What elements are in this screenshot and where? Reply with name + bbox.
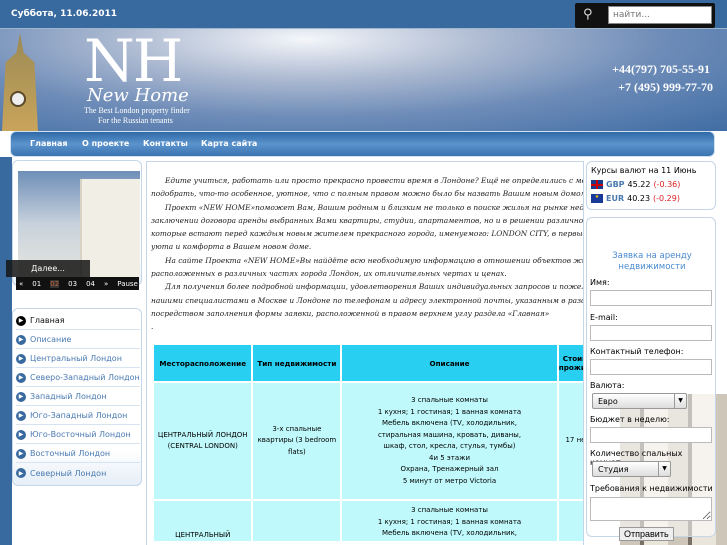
arrow-icon: ▶: [16, 448, 26, 459]
search-icon[interactable]: ⚲: [583, 7, 593, 22]
current-date: Суббота, 11.06.2011: [11, 9, 118, 19]
menu-item-central[interactable]: ▶ Центральный Лондон: [16, 350, 140, 368]
main-nav: Главная О проекте Контакты Карта сайта: [10, 131, 715, 157]
nav-home[interactable]: Главная: [30, 139, 67, 148]
pause-button[interactable]: Pause: [117, 280, 138, 288]
page-3[interactable]: 03: [68, 280, 77, 288]
menu-item-east[interactable]: ▶ Восточный Лондон: [16, 445, 140, 463]
chevron-down-icon: ▼: [658, 462, 670, 476]
clock-face: [10, 91, 26, 107]
menu-item-north[interactable]: ▶ Северный Лондон: [16, 464, 140, 482]
col-location: Месторасположение: [154, 345, 252, 381]
right-sidebar: Курсы валют на 11 Июнь GBP 45.22 (-0.36) ★…: [585, 161, 716, 545]
logo[interactable]: NH: [84, 31, 183, 91]
top-bar: Суббота, 11.06.2011 ⚲: [0, 0, 727, 29]
arrow-icon: ▶: [16, 468, 26, 478]
property-table: Месторасположение Тип недвижимости Описа…: [152, 343, 583, 543]
requirements-textarea[interactable]: [590, 497, 712, 521]
currency-select[interactable]: Евро ▼: [592, 393, 687, 409]
eu-flag-icon: ★: [591, 194, 603, 203]
more-button[interactable]: Далее...: [6, 260, 90, 277]
menu-item-southwest[interactable]: ▶ Юго-Западный Лондон: [16, 407, 140, 425]
currency-widget: Курсы валют на 11 Июнь GBP 45.22 (-0.36) ★…: [586, 161, 716, 210]
table-row: ЦЕНТРАЛЬНЫЙ ЛОНДОН (CENTRAL LONDON) 3-х …: [154, 383, 583, 499]
rental-request-form: Заявка на аренду недвижимости Имя: E-mai…: [586, 217, 716, 537]
menu-item-west[interactable]: ▶ Западный Лондон: [16, 388, 140, 406]
side-menu: ▶ Главная ▶ Описание ▶ Центральный Лондон ▶…: [12, 308, 142, 486]
menu-item-description[interactable]: ▶ Описание: [16, 331, 140, 349]
name-input[interactable]: [590, 290, 712, 306]
tagline: For the Russian tenants: [98, 116, 173, 125]
search-input[interactable]: [608, 6, 712, 24]
uk-flag-icon: [591, 180, 603, 189]
chevron-down-icon: ▼: [674, 394, 686, 408]
col-price: Стоимость проживания: [558, 345, 583, 381]
page-1[interactable]: 01: [32, 280, 41, 288]
slider-pager: « 01 02 03 04 » Pause: [16, 277, 139, 290]
arrow-icon: ▶: [16, 429, 26, 440]
phone-ru: +7 (495) 999-77-70: [618, 80, 713, 94]
form-title[interactable]: Заявка на аренду недвижимости: [587, 251, 717, 273]
left-stripe: [0, 157, 12, 545]
col-description: Описание: [342, 345, 557, 381]
page-4[interactable]: 04: [86, 280, 95, 288]
email-input[interactable]: [590, 325, 712, 341]
tagline: The Best London property finder: [84, 106, 190, 115]
header-banner: NH New Home The Best London property fin…: [0, 29, 727, 131]
bedrooms-select[interactable]: Студия ▼: [592, 461, 671, 477]
budget-input[interactable]: [590, 427, 712, 443]
arrow-icon: ▶: [16, 315, 26, 326]
menu-item-southeast[interactable]: ▶ Юго-Восточный Лондон: [16, 426, 140, 444]
next-button[interactable]: »: [104, 280, 108, 288]
nav-about[interactable]: О проекте: [82, 139, 129, 148]
phone-uk: +44(797) 705-55-91: [612, 62, 710, 76]
arrow-icon: ▶: [16, 372, 26, 383]
page-2[interactable]: 02: [50, 279, 60, 288]
nav-contacts[interactable]: Контакты: [143, 139, 188, 148]
col-type: Тип недвижимости: [253, 345, 341, 381]
arrow-icon: ▶: [16, 334, 26, 345]
arrow-icon: ▶: [16, 410, 26, 421]
phone-input[interactable]: [590, 359, 712, 375]
rate-eur: ★ EUR 40.23 (-0.29): [591, 194, 680, 203]
menu-item-northwest[interactable]: ▶ Северо-Западный Лондон: [16, 369, 140, 387]
submit-button[interactable]: Отправить: [619, 527, 674, 541]
table-row: ЦЕНТРАЛЬНЫЙ 3 спальные комнаты 1 кухня; 1…: [154, 501, 583, 541]
currency-title: Курсы валют на 11 Июнь: [591, 166, 697, 175]
big-ben-image: [2, 33, 38, 131]
logo-subtitle: New Home: [87, 85, 189, 106]
main-content: Едите учиться, работать или просто прекр…: [146, 161, 584, 545]
search-box: ⚲: [575, 3, 715, 28]
intro-text: Едите учиться, работать или просто прекр…: [151, 176, 584, 332]
nav-sitemap[interactable]: Карта сайта: [201, 139, 257, 148]
rate-gbp: GBP 45.22 (-0.36): [591, 180, 680, 189]
arrow-icon: ▶: [16, 353, 26, 364]
prev-button[interactable]: «: [19, 280, 23, 288]
menu-item-home[interactable]: ▶ Главная: [16, 312, 140, 330]
arrow-icon: ▶: [16, 391, 26, 402]
